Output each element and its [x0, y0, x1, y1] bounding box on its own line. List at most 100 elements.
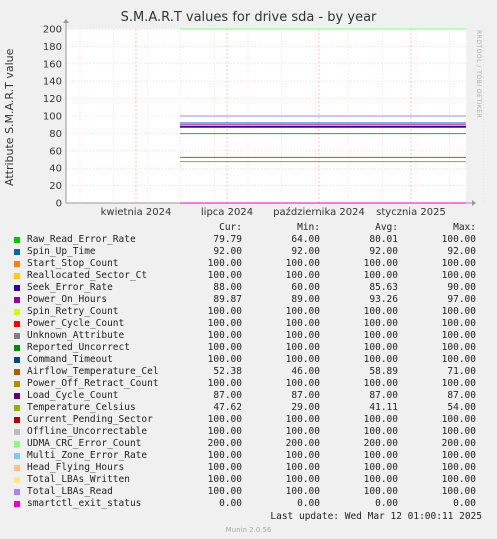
series-avg: 100.00 — [363, 462, 398, 473]
series-name: Command_Timeout — [27, 354, 113, 365]
legend-swatch — [14, 237, 20, 243]
series-max: 100.00 — [441, 486, 476, 497]
series-avg: 100.00 — [363, 306, 398, 317]
series-min: 100.00 — [285, 306, 320, 317]
series-avg: 100.00 — [363, 330, 398, 341]
legend-swatch — [14, 297, 20, 303]
series-max: 100.00 — [441, 234, 476, 245]
series-min: 200.00 — [285, 438, 320, 449]
series-max: 90.00 — [447, 282, 476, 293]
series-name: Start_Stop_Count — [27, 258, 119, 269]
series-min: 100.00 — [285, 330, 320, 341]
legend-swatch — [14, 273, 20, 279]
series-cur: 100.00 — [207, 330, 242, 341]
legend-swatch — [14, 369, 20, 375]
series-name: Power_On_Hours — [27, 294, 108, 305]
series-cur: 200.00 — [207, 438, 242, 449]
series-name: Reallocated_Sector_Ct — [27, 270, 148, 281]
series-min: 100.00 — [285, 474, 320, 485]
legend-row: UDMA_CRC_Error_Count 200.00 200.00 200.00 20… — [0, 438, 497, 450]
legend-swatch — [14, 441, 20, 447]
y-tick-label: 0 — [56, 199, 62, 210]
legend-swatch — [14, 405, 20, 411]
legend-row: Command_Timeout 100.00 100.00 100.00 100.00 — [0, 354, 497, 366]
series-name: Spin_Up_Time — [27, 246, 96, 257]
series-name: smartctl_exit_status — [27, 498, 142, 509]
series-min: 64.00 — [291, 234, 320, 245]
legend-swatch — [14, 249, 20, 255]
legend-swatch — [14, 489, 20, 495]
series-name: Power_Cycle_Count — [27, 318, 125, 329]
series-max: 71.00 — [447, 366, 476, 377]
series-avg: 100.00 — [363, 342, 398, 353]
legend-row: smartctl_exit_status 0.00 0.00 0.00 0.00 — [0, 498, 497, 510]
series-min: 89.00 — [291, 294, 320, 305]
y-tick-label: 40 — [49, 164, 62, 175]
series-cur: 47.62 — [213, 402, 242, 413]
last-update: Last update: Wed Mar 12 01:00:11 2025 — [270, 511, 482, 522]
y-tick-label: 20 — [49, 181, 62, 192]
series-avg: 100.00 — [363, 258, 398, 269]
series-min: 100.00 — [285, 378, 320, 389]
col-min-header: Min: — [297, 222, 320, 233]
col-avg-header: Avg: — [375, 222, 398, 233]
legend-swatch — [14, 381, 20, 387]
series-min: 100.00 — [285, 318, 320, 329]
series-cur: 100.00 — [207, 426, 242, 437]
series-cur: 88.00 — [213, 282, 242, 293]
y-tick-label: 140 — [43, 77, 62, 88]
series-name: Reported_Uncorrect — [27, 342, 130, 353]
series-name: Offline_Uncorrectable — [27, 426, 148, 437]
legend-row: Total_LBAs_Written 100.00 100.00 100.00 100.… — [0, 474, 497, 486]
series-max: 100.00 — [441, 330, 476, 341]
legend-swatch — [14, 429, 20, 435]
series-avg: 100.00 — [363, 414, 398, 425]
legend-swatch — [14, 453, 20, 459]
series-max: 100.00 — [441, 426, 476, 437]
series-min: 0.00 — [297, 498, 320, 509]
series-cur: 87.00 — [213, 390, 242, 401]
legend-row: Spin_Up_Time 92.00 92.00 92.00 92.00 — [0, 246, 497, 258]
series-cur: 92.00 — [213, 246, 242, 257]
series-max: 100.00 — [441, 306, 476, 317]
series-cur: 100.00 — [207, 258, 242, 269]
series-max: 100.00 — [441, 270, 476, 281]
series-name: Temperature_Celsius — [27, 402, 136, 413]
legend-row: Multi_Zone_Error_Rate 100.00 100.00 100.00 1… — [0, 450, 497, 462]
series-name: Head_Flying_Hours — [27, 462, 125, 473]
series-avg: 100.00 — [363, 270, 398, 281]
legend-row: Head_Flying_Hours 100.00 100.00 100.00 100.0… — [0, 462, 497, 474]
series-avg: 100.00 — [363, 318, 398, 329]
series-cur: 52.38 — [213, 366, 242, 377]
legend-swatch — [14, 465, 20, 471]
series-cur: 89.87 — [213, 294, 242, 305]
series-max: 100.00 — [441, 258, 476, 269]
legend-swatch — [14, 357, 20, 363]
series-cur: 100.00 — [207, 270, 242, 281]
series-cur: 100.00 — [207, 318, 242, 329]
series-cur: 100.00 — [207, 450, 242, 461]
series-max: 100.00 — [441, 354, 476, 365]
legend-row: Power_On_Hours 89.87 89.00 93.26 97.00 — [0, 294, 497, 306]
col-max-header: Max: — [453, 222, 476, 233]
x-tick-label: października 2024 — [273, 206, 365, 218]
series-avg: 41.11 — [369, 402, 398, 413]
legend-row: Reallocated_Sector_Ct 100.00 100.00 100.00 1… — [0, 270, 497, 282]
y-tick-label: 180 — [43, 42, 62, 53]
x-tick-label: kwietnia 2024 — [101, 207, 172, 218]
y-tick-label: 100 — [43, 112, 62, 123]
col-cur-header: Cur: — [219, 222, 242, 233]
series-avg: 200.00 — [363, 438, 398, 449]
legend-row: Total_LBAs_Read 100.00 100.00 100.00 100.00 — [0, 486, 497, 498]
legend-swatch — [14, 333, 20, 339]
series-avg: 85.63 — [369, 282, 398, 293]
series-min: 100.00 — [285, 270, 320, 281]
series-name: Unknown_Attribute — [27, 330, 125, 341]
series-max: 100.00 — [441, 474, 476, 485]
series-name: Total_LBAs_Written — [27, 474, 130, 485]
series-min: 100.00 — [285, 486, 320, 497]
series-cur: 0.00 — [219, 498, 242, 509]
legend-swatch — [14, 477, 20, 483]
series-cur: 100.00 — [207, 378, 242, 389]
series-cur: 100.00 — [207, 354, 242, 365]
